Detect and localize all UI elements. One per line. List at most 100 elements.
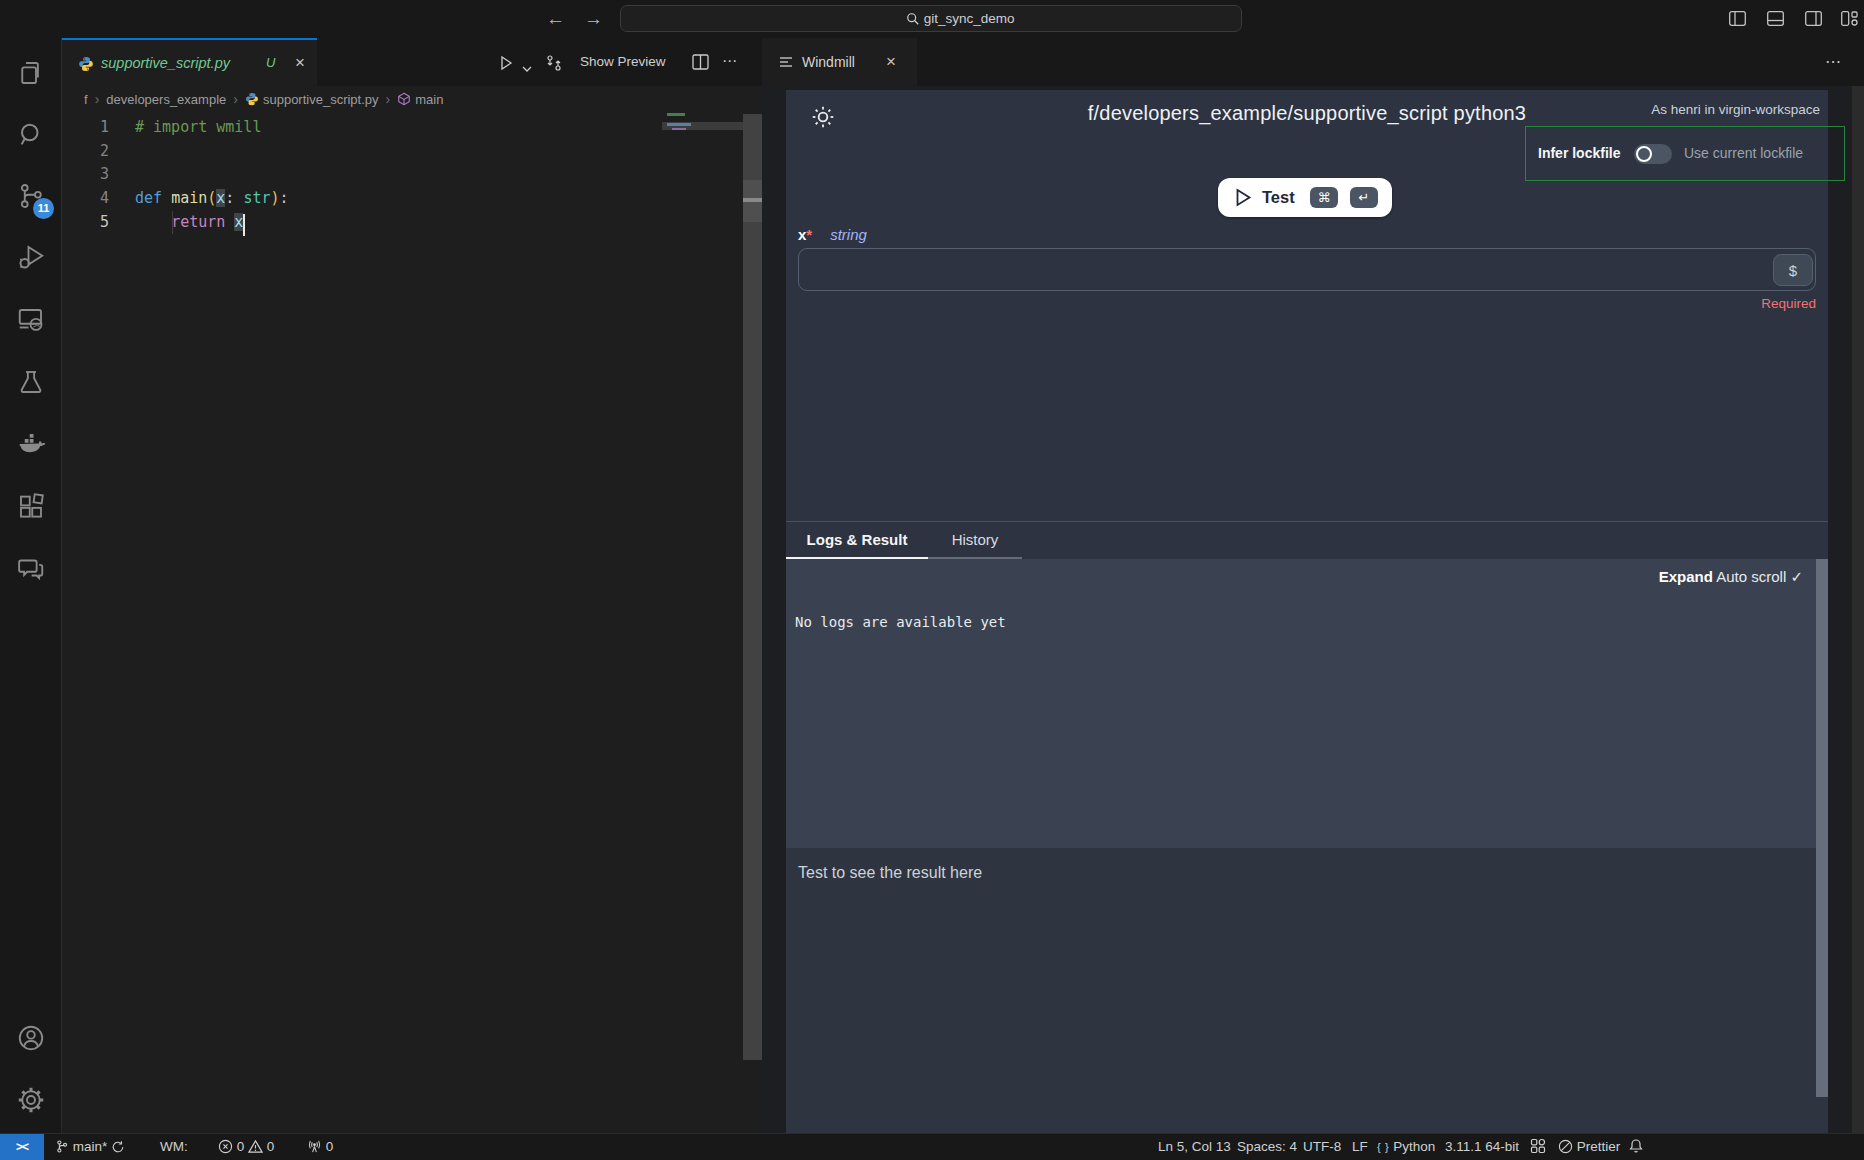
breadcrumb-file[interactable]: supportive_script.py	[263, 92, 379, 107]
tab-close-icon[interactable]: ×	[295, 40, 305, 86]
required-error: Required	[1761, 296, 1816, 311]
run-debug-icon[interactable]	[15, 241, 47, 273]
toggle-panel-icon[interactable]	[1767, 11, 1784, 26]
command-center-text: git_sync_demo	[924, 11, 1015, 26]
svg-text:><: ><	[32, 321, 42, 330]
test-button-label: Test	[1262, 178, 1295, 217]
feedback-grid-icon[interactable]	[1530, 1134, 1546, 1160]
prettier-icon	[1558, 1137, 1573, 1160]
remote-indicator[interactable]: ><	[0, 1134, 44, 1160]
breadcrumb: f›developers_example›supportive_script.p…	[84, 86, 744, 112]
play-icon	[1235, 188, 1252, 211]
auto-scroll-label[interactable]: Auto scroll	[1716, 568, 1786, 585]
minimap[interactable]	[662, 112, 743, 172]
infer-lockfile-label: Infer lockfile	[1538, 145, 1620, 161]
status-bar: >< main* WM: 0 0 0 Ln 5, Col 13 Spaces: …	[0, 1133, 1864, 1160]
breadcrumb-symbol[interactable]: main	[415, 92, 443, 107]
nav-back-icon[interactable]: ←	[546, 0, 565, 38]
explorer-icon[interactable]	[15, 57, 47, 89]
git-branch-item[interactable]: main*	[55, 1134, 125, 1160]
warning-count: 0	[267, 1139, 275, 1154]
command-center[interactable]: git_sync_demo	[620, 5, 1242, 32]
variable-picker-button[interactable]: $	[1773, 254, 1813, 286]
result-pane: Test to see the result here	[786, 848, 1828, 1133]
error-icon	[218, 1137, 233, 1160]
comments-icon[interactable]	[15, 552, 47, 584]
workspace-context: As henri in virgin-workspace	[1651, 102, 1820, 117]
ports-count: 0	[326, 1139, 334, 1154]
indent-guide	[172, 211, 173, 234]
prettier-label: Prettier	[1577, 1139, 1621, 1154]
toggle-sidebar-icon[interactable]	[1729, 11, 1746, 26]
open-changes-icon[interactable]	[545, 54, 563, 78]
nav-forward-icon[interactable]: →	[584, 0, 603, 38]
problems-item[interactable]: 0 0	[218, 1134, 274, 1160]
toggle-secondary-sidebar-icon[interactable]	[1805, 11, 1822, 26]
titlebar: ← → git_sync_demo	[0, 0, 1864, 38]
remote-explorer-icon[interactable]: ><	[15, 304, 47, 336]
editor-scrollbar[interactable]	[743, 114, 762, 1060]
webview-icon	[779, 55, 794, 73]
prettier-item[interactable]: Prettier	[1558, 1134, 1620, 1160]
braces-icon: { }	[1377, 1141, 1390, 1153]
result-tabstrip: Logs & Result History	[786, 521, 1828, 559]
search-sidebar-icon[interactable]	[15, 119, 47, 151]
webview-scrollbar-thumb[interactable]	[1816, 559, 1828, 1097]
radio-tower-icon	[307, 1137, 322, 1160]
code-line-5: 5 return x	[62, 211, 742, 235]
more-actions-left-icon[interactable]: ⋯	[722, 38, 738, 62]
editor-tabbar-left: supportive_script.py U × Show Preview ⋯	[62, 38, 762, 86]
warning-icon	[248, 1137, 263, 1160]
python-file-icon	[245, 89, 259, 115]
symbol-method-icon	[397, 89, 411, 115]
no-logs-message: No logs are available yet	[795, 614, 1006, 630]
check-icon: ✓	[1790, 568, 1803, 585]
docker-icon[interactable]	[15, 428, 47, 460]
cursor-position-item[interactable]: Ln 5, Col 13	[1158, 1134, 1231, 1160]
split-editor-icon[interactable]	[692, 54, 709, 78]
ports-item[interactable]: 0	[307, 1134, 333, 1160]
notifications-bell-icon[interactable]	[1628, 1134, 1644, 1160]
arg-label-row: x*string	[798, 226, 867, 243]
tab-close-icon[interactable]: ×	[886, 38, 896, 86]
encoding-item[interactable]: UTF-8	[1303, 1134, 1341, 1160]
tab-history[interactable]: History	[928, 522, 1022, 560]
git-branch-icon	[55, 1137, 69, 1160]
indentation-item[interactable]: Spaces: 4	[1237, 1134, 1297, 1160]
windmill-webview: f/developers_example/supportive_script p…	[762, 86, 1864, 1133]
account-icon[interactable]	[15, 1022, 47, 1054]
run-file-icon[interactable]	[498, 55, 514, 79]
settings-gear-icon[interactable]	[15, 1084, 47, 1116]
tab-label: supportive_script.py	[101, 40, 230, 86]
editor-tabbar-right: Windmill × ⋯	[762, 38, 1864, 86]
tab-git-status: U	[266, 40, 275, 86]
tab-windmill[interactable]: Windmill ×	[762, 38, 917, 86]
testing-icon[interactable]	[15, 366, 47, 398]
test-button[interactable]: Test ⌘ ↵	[1218, 178, 1392, 217]
eol-item[interactable]: LF	[1352, 1134, 1368, 1160]
customize-layout-icon[interactable]	[1841, 11, 1858, 26]
arg-input[interactable]: $	[798, 248, 1816, 291]
tab-label: Windmill	[802, 38, 855, 86]
run-dropdown-icon[interactable]	[522, 59, 532, 83]
expand-button[interactable]: Expand	[1659, 568, 1713, 585]
breadcrumb-root[interactable]: f	[84, 92, 88, 107]
tab-supportive-script[interactable]: supportive_script.py U ×	[62, 38, 317, 86]
wm-item[interactable]: WM:	[160, 1134, 188, 1160]
arg-type: string	[830, 226, 867, 243]
language-name: Python	[1393, 1139, 1435, 1154]
language-item[interactable]: { } Python	[1377, 1134, 1435, 1160]
use-current-lockfile-label: Use current lockfile	[1684, 145, 1803, 161]
show-preview-button[interactable]: Show Preview	[580, 38, 666, 62]
python-version-item[interactable]: 3.11.1 64-bit	[1445, 1134, 1519, 1160]
cmd-key-icon: ⌘	[1310, 187, 1338, 208]
tab-logs-result[interactable]: Logs & Result	[786, 522, 928, 560]
webview-scrollbar-track[interactable]	[1852, 86, 1864, 1133]
code-line-2: 2	[62, 140, 742, 164]
breadcrumb-folder[interactable]: developers_example	[106, 92, 226, 107]
lockfile-toggle[interactable]	[1634, 144, 1672, 164]
code-editor[interactable]: f›developers_example›supportive_script.p…	[62, 86, 762, 1133]
more-actions-right-icon[interactable]: ⋯	[1825, 38, 1843, 86]
extensions-icon[interactable]	[15, 490, 47, 522]
sync-icon	[111, 1137, 125, 1160]
